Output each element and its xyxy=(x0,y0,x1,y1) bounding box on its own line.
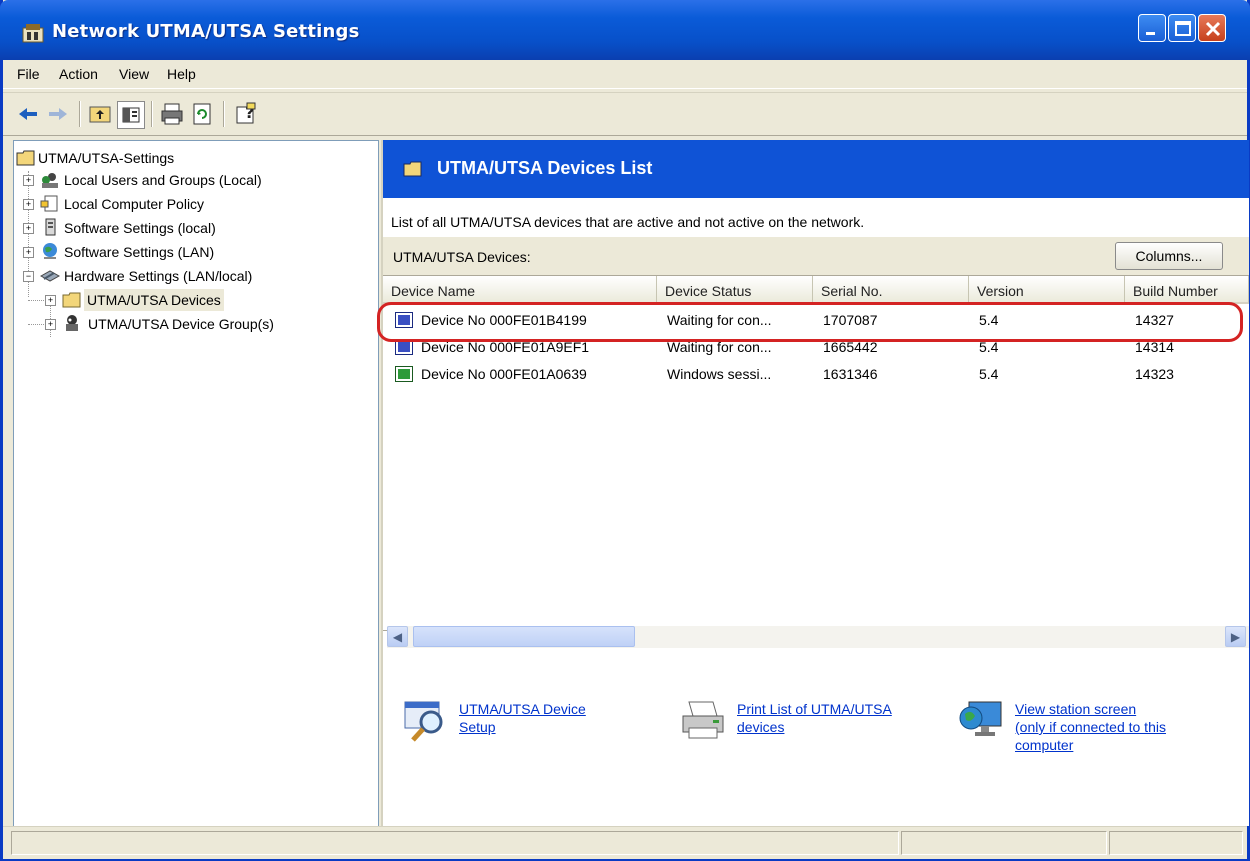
menu-help-label: Help xyxy=(167,66,196,82)
monitor-globe-icon[interactable] xyxy=(957,696,1005,744)
app-icon xyxy=(22,24,44,43)
cell-version: 5.4 xyxy=(979,366,999,382)
status-bar xyxy=(3,826,1247,859)
print-list-link[interactable]: Print List of UTMA/UTSA devices xyxy=(737,700,892,736)
toolbar-separator xyxy=(151,101,153,127)
users-icon xyxy=(42,173,58,188)
device-icon xyxy=(395,366,413,382)
cell-build-number: 14323 xyxy=(1135,366,1174,382)
expand-icon[interactable]: + xyxy=(23,247,34,258)
group-icon xyxy=(66,315,78,331)
globe-icon xyxy=(43,243,57,259)
row-highlight-annotation xyxy=(377,302,1243,342)
column-header-device-status[interactable]: Device Status xyxy=(657,276,813,304)
table-row[interactable]: Device No 000FE01A0639 Windows sessi... … xyxy=(383,362,1249,386)
folder-icon xyxy=(16,150,35,166)
back-arrow-icon[interactable] xyxy=(15,101,41,127)
scroll-left-icon[interactable]: ◀ xyxy=(387,626,408,647)
setup-link-line2: Setup xyxy=(459,719,496,735)
toolbar-separator xyxy=(223,101,225,127)
menu-file[interactable]: File xyxy=(17,66,40,82)
expand-icon[interactable]: + xyxy=(45,295,56,306)
panel-description: List of all UTMA/UTSA devices that are a… xyxy=(391,214,865,230)
devices-bar: UTMA/UTSA Devices: Columns... xyxy=(383,236,1249,276)
tree-item-label: Hardware Settings (LAN/local) xyxy=(64,268,253,284)
tree-pane: UTMA/UTSA-Settings + Local Users and Gro… xyxy=(13,140,379,828)
setup-link[interactable]: UTMA/UTSA Device Setup xyxy=(459,700,586,736)
view-station-link-line3: computer xyxy=(1015,737,1074,753)
print-list-link-line1: Print List of UTMA/UTSA xyxy=(737,701,892,717)
tree-line xyxy=(28,300,44,301)
minimize-button[interactable] xyxy=(1138,14,1166,42)
refresh-icon[interactable] xyxy=(189,101,215,127)
devices-label: UTMA/UTSA Devices: xyxy=(393,249,531,265)
panel-banner: UTMA/UTSA Devices List xyxy=(383,140,1249,198)
task-links: UTMA/UTSA Device Setup Print List of UTM… xyxy=(383,680,1249,826)
expand-icon[interactable]: + xyxy=(45,319,56,330)
view-station-link-line1: View station screen xyxy=(1015,701,1137,717)
tree-item-label: Software Settings (LAN) xyxy=(64,244,215,260)
setup-link-line1: UTMA/UTSA Device xyxy=(459,701,586,717)
columns-button[interactable]: Columns... xyxy=(1115,242,1223,270)
tree-line xyxy=(28,324,44,325)
folder-icon xyxy=(62,292,81,308)
column-header-device-name[interactable]: Device Name xyxy=(383,276,657,304)
maximize-button[interactable] xyxy=(1168,14,1196,42)
show-hide-tree-icon[interactable] xyxy=(117,101,145,129)
tree-item-devices[interactable]: + UTMA/UTSA Devices xyxy=(14,289,354,311)
main-window: Network UTMA/UTSA Settings File Action V… xyxy=(0,0,1250,861)
tree-root-label: UTMA/UTSA-Settings xyxy=(38,150,175,166)
menu-view-label: View xyxy=(119,66,150,82)
collapse-icon[interactable]: − xyxy=(23,271,34,282)
scroll-thumb[interactable] xyxy=(413,626,635,647)
expand-icon[interactable]: + xyxy=(23,199,34,210)
menu-action[interactable]: Action xyxy=(59,66,98,82)
tree-item-label: Local Users and Groups (Local) xyxy=(64,172,262,188)
column-header-version[interactable]: Version xyxy=(969,276,1125,304)
tree-item-label: Software Settings (local) xyxy=(64,220,216,236)
expand-icon[interactable]: + xyxy=(23,223,34,234)
print-list-link-line2: devices xyxy=(737,719,785,735)
hardware-icon xyxy=(40,270,60,282)
scroll-right-icon[interactable]: ▶ xyxy=(1225,626,1246,647)
tree-item-label: Local Computer Policy xyxy=(64,196,205,212)
policy-icon xyxy=(40,195,58,212)
menu-action-label: Action xyxy=(59,66,98,82)
view-station-link[interactable]: View station screen (only if connected t… xyxy=(1015,700,1166,754)
status-cell xyxy=(1109,831,1243,855)
toolbar: ? xyxy=(3,92,1247,136)
horizontal-scrollbar[interactable]: ◀ ▶ xyxy=(387,626,1249,648)
cell-serial-no: 1631346 xyxy=(823,366,878,382)
menu-file-label: File xyxy=(17,66,40,82)
printer-icon[interactable] xyxy=(679,696,727,744)
magnifier-setup-icon[interactable] xyxy=(401,696,449,744)
status-cell xyxy=(901,831,1107,855)
expand-icon[interactable]: + xyxy=(23,175,34,186)
window-title: Network UTMA/UTSA Settings xyxy=(52,21,360,42)
tree-item-label: UTMA/UTSA Devices xyxy=(84,289,224,311)
title-bar: Network UTMA/UTSA Settings xyxy=(0,0,1250,60)
up-folder-icon[interactable] xyxy=(87,101,113,127)
menu-view[interactable]: View xyxy=(119,66,149,82)
panel-title: UTMA/UTSA Devices List xyxy=(437,158,653,178)
details-pane: UTMA/UTSA Devices List List of all UTMA/… xyxy=(381,140,1249,826)
forward-arrow-icon[interactable] xyxy=(45,101,71,127)
tree-item-label: UTMA/UTSA Device Group(s) xyxy=(88,316,274,332)
column-header-serial-no[interactable]: Serial No. xyxy=(813,276,969,304)
software-icon xyxy=(45,218,56,236)
folder-icon xyxy=(403,161,422,177)
close-button[interactable] xyxy=(1198,14,1226,42)
cell-device-status: Windows sessi... xyxy=(667,366,772,382)
menu-bar: File Action View Help xyxy=(3,60,1247,89)
status-cell xyxy=(11,831,899,855)
cell-device-name: Device No 000FE01A0639 xyxy=(421,366,587,382)
view-station-link-line2: (only if connected to this xyxy=(1015,719,1166,735)
help-icon[interactable]: ? xyxy=(233,101,259,127)
print-icon[interactable] xyxy=(159,101,185,127)
toolbar-separator xyxy=(79,101,81,127)
column-header-build-number[interactable]: Build Number xyxy=(1125,276,1249,304)
menu-help[interactable]: Help xyxy=(167,66,196,82)
